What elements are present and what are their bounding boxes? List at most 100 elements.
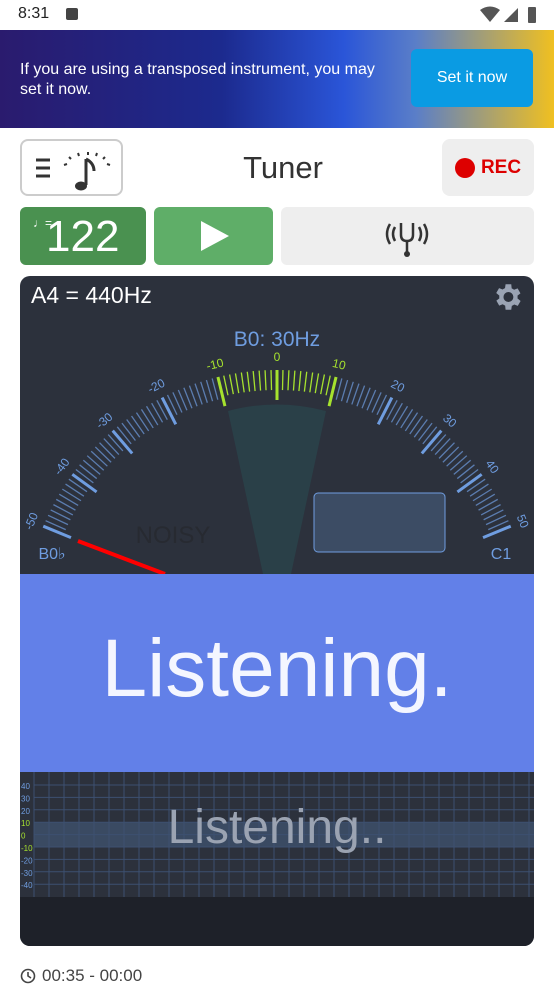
clock-icon: [20, 968, 36, 984]
scale-tick: [56, 499, 75, 510]
axis-label: -20: [21, 856, 33, 865]
scale-tick: [59, 494, 78, 505]
scale-tick: [218, 377, 225, 406]
scale-label: -20: [145, 376, 167, 396]
scale-tick: [454, 460, 471, 474]
scale-tick: [341, 380, 347, 401]
scale-tick: [476, 494, 495, 505]
scale-tick: [195, 384, 202, 405]
scale-tick: [304, 372, 306, 392]
scale-tick: [443, 447, 459, 462]
battery-icon: [528, 7, 536, 23]
scale-tick: [241, 373, 244, 393]
tuner-gauge: -50-40-30-20-1001020304050 B0: 30Hz B0♭ …: [20, 276, 534, 574]
scale-label: -40: [51, 455, 73, 478]
set-it-now-button[interactable]: Set it now: [411, 49, 533, 107]
scale-tick: [321, 374, 325, 394]
scale-tick: [100, 443, 115, 459]
scale-tick: [212, 378, 218, 399]
tuning-fork-button[interactable]: [281, 207, 534, 265]
scale-label: 10: [331, 356, 348, 373]
pitch-history-graph: 403020100-10-20-30-40 Listening..: [20, 772, 534, 897]
scale-tick: [473, 489, 492, 501]
noisy-label: NOISY: [136, 522, 211, 549]
scale-tick: [461, 470, 478, 483]
clock: 8:31: [18, 5, 49, 23]
scale-tick: [69, 479, 87, 492]
scale-tick: [136, 413, 148, 431]
scale-tick: [141, 409, 153, 428]
scale-tick: [253, 371, 255, 391]
scale-tick: [329, 377, 336, 406]
scale-label: 30: [440, 411, 459, 431]
scale-label: -30: [93, 410, 116, 432]
banner-text: If you are using a transposed instrument…: [20, 60, 380, 100]
scale-tick: [288, 370, 289, 390]
scale-tick: [104, 439, 119, 455]
scale-label: 40: [483, 457, 502, 476]
record-label: REC: [481, 157, 521, 179]
scale-tick: [347, 382, 354, 403]
session-time: 00:35 - 00:00: [20, 966, 142, 986]
menu-metronome-icon: [22, 141, 125, 198]
record-icon: [455, 158, 475, 178]
scale-tick: [247, 372, 249, 392]
play-button[interactable]: [154, 207, 273, 265]
scale-tick: [336, 378, 342, 399]
scale-tick: [230, 374, 234, 394]
tempo-button[interactable]: ♩= 122: [20, 207, 146, 265]
scale-tick: [439, 443, 454, 459]
scale-tick: [224, 376, 228, 396]
page-title: Tuner: [200, 150, 366, 186]
scale-tick: [401, 409, 413, 428]
scale-tick: [378, 398, 392, 425]
menu-button[interactable]: [20, 139, 123, 196]
scale-tick: [414, 419, 427, 437]
signal-icon: [504, 8, 518, 22]
scale-tick: [122, 423, 135, 440]
play-icon: [154, 207, 273, 265]
scale-tick: [206, 380, 212, 401]
axis-label: -40: [21, 881, 33, 890]
scale-tick: [423, 427, 437, 444]
record-button[interactable]: REC: [442, 139, 534, 196]
wifi-icon: [480, 7, 500, 23]
tempo-value: 122: [46, 212, 119, 261]
scale-tick: [147, 406, 158, 425]
bottom-strip: [20, 897, 534, 946]
scale-tick: [80, 465, 97, 479]
scale-tick: [132, 416, 145, 434]
scale-tick: [43, 526, 71, 537]
scale-tick: [299, 371, 301, 391]
scale-tick: [293, 371, 294, 391]
axis-label: 40: [21, 782, 30, 791]
tuner-panel: A4 = 440Hz -50-40-30-20-1001020304050 B0…: [20, 276, 534, 946]
scale-tick: [201, 382, 208, 403]
time-range: 00:35 - 00:00: [42, 966, 142, 986]
scale-tick: [435, 439, 450, 455]
scale-tick: [66, 484, 84, 496]
scale-tick: [265, 370, 266, 390]
scale-tick: [405, 413, 417, 431]
notification-icon: [66, 8, 78, 20]
scale-tick: [108, 435, 123, 451]
scale-tick: [117, 427, 131, 444]
scale-tick: [470, 484, 488, 496]
transpose-banner: If you are using a transposed instrument…: [0, 30, 554, 128]
scale-label: -50: [21, 510, 41, 532]
left-note-label: B0♭: [38, 546, 65, 563]
scale-tick: [326, 376, 330, 396]
scale-tick: [76, 470, 93, 483]
right-note-label: C1: [491, 546, 512, 563]
status-bar: 8:31: [0, 0, 554, 30]
scale-label: -10: [205, 355, 225, 373]
graph-status: Listening..: [20, 800, 534, 855]
scale-tick: [450, 456, 467, 471]
axis-label: -30: [21, 869, 33, 878]
scale-tick: [479, 499, 498, 510]
scale-tick: [447, 451, 463, 466]
scale-tick: [235, 373, 238, 393]
scale-tick: [419, 423, 432, 440]
scale-label: 20: [389, 377, 408, 396]
tuning-fork-icon: [281, 207, 534, 265]
